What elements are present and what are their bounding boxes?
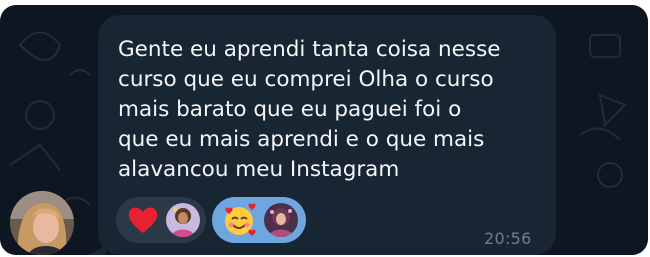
message-line: mais barato que eu paguei foi o <box>118 97 462 122</box>
sender-avatar[interactable] <box>10 191 74 255</box>
bubble-tail <box>86 241 106 255</box>
reactor-avatar-icon <box>166 203 200 237</box>
reactor-avatar-icon <box>264 203 298 237</box>
message-line: que eu mais aprendi e o que mais <box>118 127 485 152</box>
reactor-avatar[interactable] <box>264 203 298 237</box>
red-heart-icon <box>128 207 158 233</box>
message-line: curso que eu comprei Olha o curso <box>118 67 494 92</box>
message-line: alavancou meu Instagram <box>118 157 400 182</box>
message-timestamp: 20:56 <box>484 229 532 248</box>
chat-background: Gente eu aprendi tanta coisa nesse curso… <box>0 5 648 255</box>
message-line: Gente eu aprendi tanta coisa nesse <box>118 37 501 62</box>
reactor-avatar[interactable] <box>166 203 200 237</box>
message-text[interactable]: Gente eu aprendi tanta coisa nesse curso… <box>118 35 548 185</box>
reaction-heart[interactable] <box>116 197 206 243</box>
smiling-face-with-hearts-icon <box>225 203 256 236</box>
screenshot-frame: Gente eu aprendi tanta coisa nesse curso… <box>0 0 650 257</box>
reaction-smiling-hearts[interactable] <box>212 197 306 243</box>
user-avatar-photo-icon <box>10 191 74 255</box>
